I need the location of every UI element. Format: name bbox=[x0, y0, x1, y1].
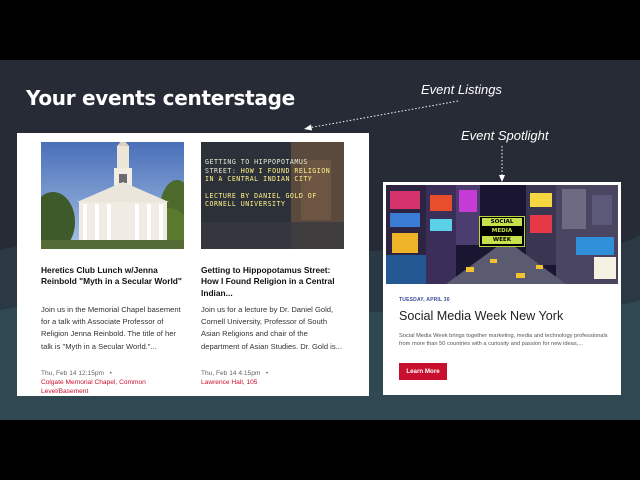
event-description: Join us in the Memorial Chapel basement … bbox=[41, 305, 181, 351]
event-card[interactable]: Getting to Hippopotamus Street: How I Fo… bbox=[201, 142, 344, 387]
logo-line-social: SOCIAL bbox=[482, 218, 522, 226]
event-title[interactable]: Heretics Club Lunch w/Jenna Reinbold "My… bbox=[41, 265, 184, 299]
event-datetime: Thu, Feb 14 4:15pm • bbox=[201, 369, 344, 378]
event-spotlight-panel: SOCIAL MEDIA WEEK TUESDAY, APRIL 30 Soci… bbox=[383, 182, 621, 395]
bullet-separator: • bbox=[262, 370, 269, 377]
event-datetime: Thu, Feb 14 12:15pm • bbox=[41, 369, 184, 378]
lecture-poster-image[interactable]: Getting to Hippopotamus Street: How I Fo… bbox=[201, 142, 344, 249]
social-media-week-logo: SOCIAL MEDIA WEEK bbox=[479, 216, 525, 247]
logo-line-week: WEEK bbox=[482, 236, 522, 244]
bullet-separator: • bbox=[105, 370, 112, 377]
event-datetime-text: Thu, Feb 14 4:15pm bbox=[201, 370, 261, 377]
event-spotlight-callout: Event Spotlight bbox=[461, 128, 549, 143]
spotlight-date: TUESDAY, APRIL 30 bbox=[399, 297, 450, 303]
event-location[interactable]: Lawrence Hall, 105 bbox=[201, 378, 344, 387]
event-datetime-text: Thu, Feb 14 12:15pm bbox=[41, 370, 105, 377]
lecture-poster-text: Getting to Hippopotamus Street: How I Fo… bbox=[205, 158, 343, 209]
slide-headline: Your events centerstage bbox=[26, 86, 295, 110]
spotlight-description: Social Media Week brings together market… bbox=[399, 333, 608, 348]
event-description: Join us for a lecture by Dr. Daniel Gold… bbox=[201, 305, 342, 351]
times-square-photo[interactable]: SOCIAL MEDIA WEEK bbox=[386, 185, 618, 284]
event-title[interactable]: Getting to Hippopotamus Street: How I Fo… bbox=[201, 265, 344, 299]
poster-lecture-text: Lecture by Daniel Gold of Cornell Univer… bbox=[205, 191, 317, 209]
event-listings-callout: Event Listings bbox=[421, 82, 502, 97]
chapel-photo[interactable] bbox=[41, 142, 184, 249]
spotlight-title[interactable]: Social Media Week New York bbox=[399, 309, 563, 323]
logo-line-media: MEDIA bbox=[482, 227, 522, 235]
event-card[interactable]: Heretics Club Lunch w/Jenna Reinbold "My… bbox=[41, 142, 184, 396]
presentation-slide: Your events centerstage Event Listings E… bbox=[0, 60, 640, 420]
event-location[interactable]: Colgate Memorial Chapel, Common Level/Ba… bbox=[41, 378, 184, 396]
learn-more-button[interactable]: Learn More bbox=[399, 363, 447, 380]
event-listings-panel: Heretics Club Lunch w/Jenna Reinbold "My… bbox=[17, 133, 369, 396]
